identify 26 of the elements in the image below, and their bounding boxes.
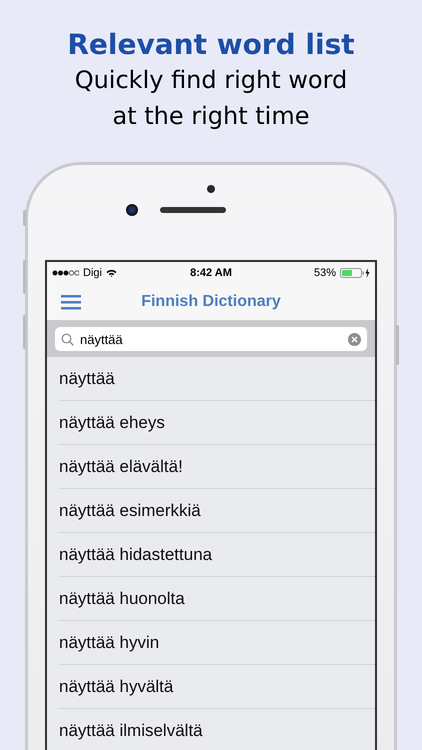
word-list-item[interactable]: näyttää huonolta: [59, 577, 375, 621]
word-list-item[interactable]: näyttää hyvältä: [59, 665, 375, 709]
speaker-grille: [160, 207, 226, 213]
word-list-item[interactable]: näyttää ilmiselvältä: [59, 709, 375, 750]
menu-icon[interactable]: [61, 294, 81, 310]
subheadline: at the right time: [112, 101, 310, 132]
word-list-item[interactable]: näyttää hidastettuna: [59, 533, 375, 577]
subheadline: Quickly find right word: [74, 65, 348, 96]
word-list-item[interactable]: näyttää esimerkkiä: [59, 489, 375, 533]
sensor-dot: [207, 185, 215, 193]
wifi-icon: [106, 269, 117, 277]
word-list-item[interactable]: näyttää: [59, 357, 375, 401]
battery-percent: 53%: [314, 267, 336, 279]
search-field[interactable]: näyttää: [55, 327, 367, 351]
carrier-name: Digi: [83, 267, 102, 279]
word-list-item[interactable]: näyttää eheys: [59, 401, 375, 445]
battery-charging-icon: [340, 268, 370, 278]
search-icon: [61, 332, 74, 346]
camera-lens: [126, 204, 138, 216]
word-list-item[interactable]: näyttää elävältä!: [59, 445, 375, 489]
app-title: Finnish Dictionary: [141, 293, 281, 311]
word-list-item[interactable]: näyttää hyvin: [59, 621, 375, 665]
headline: Relevant word list: [67, 28, 355, 62]
clear-icon[interactable]: [348, 332, 361, 346]
status-time: 8:42 AM: [190, 267, 232, 279]
signal-icon: [52, 270, 79, 276]
